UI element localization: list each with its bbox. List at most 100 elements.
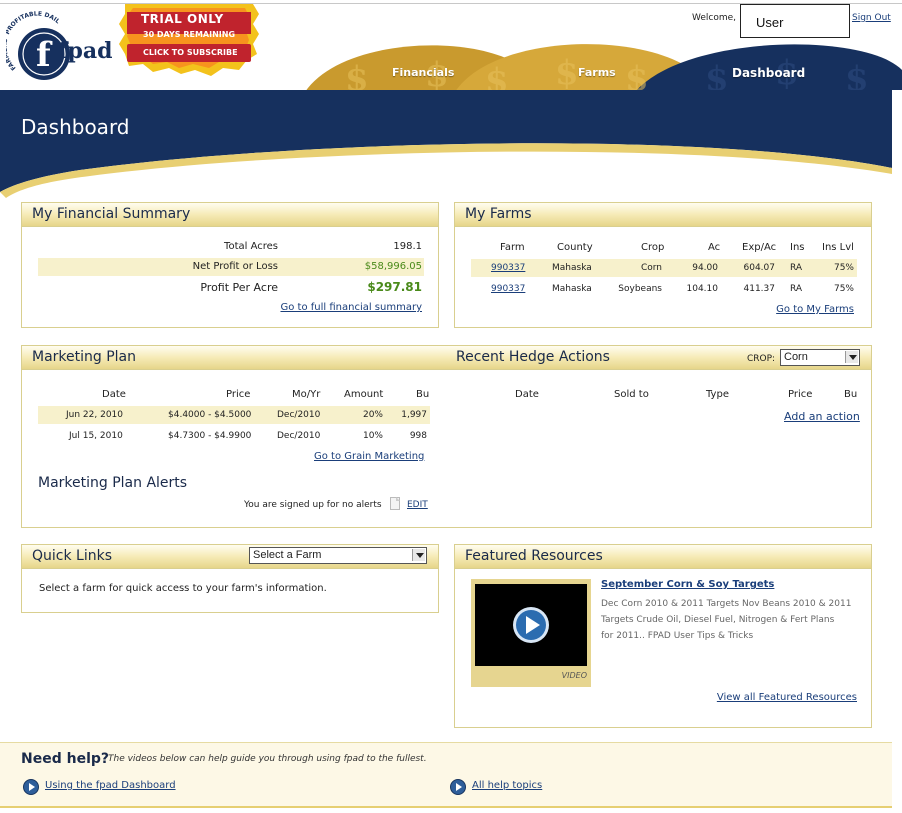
farm-crop: Corn (640, 263, 662, 273)
trial-days: 30 DAYS REMAINING (143, 30, 236, 39)
hedge-col-price: Price (788, 389, 813, 400)
hedge-col-date: Date (515, 389, 539, 400)
help-bar: Need help? The videos below can help gui… (0, 742, 892, 807)
play-icon[interactable] (23, 779, 39, 795)
marketing-plan-title: Marketing Plan (32, 349, 137, 365)
help-subtitle: The videos below can help guide you thro… (108, 754, 427, 764)
total-acres-value: 198.1 (393, 241, 422, 252)
farm-ac: 104.10 (686, 284, 719, 294)
mp-bu: 1,997 (401, 410, 427, 420)
total-acres-label: Total Acres (224, 241, 278, 252)
farm-ins: RA (790, 263, 803, 273)
mp-amount: 10% (362, 431, 383, 441)
featured-header: Featured Resources (455, 545, 871, 569)
user-name: User (740, 4, 850, 38)
go-to-my-farms-link[interactable]: Go to My Farms (776, 304, 854, 315)
farms-col-exp: Exp/Ac (742, 242, 777, 253)
featured-desc-line: for 2011.. FPAD User Tips & Tricks (601, 631, 754, 641)
farm-select-value: Select a Farm (253, 549, 322, 561)
logo-text: fpad (58, 38, 112, 64)
farms-col-ins: Ins (790, 242, 805, 253)
mp-price: $4.7300 - $4.9900 (168, 431, 252, 441)
fpad-logo[interactable]: FARMERS' PROFITABLE DAILY f fpad (2, 5, 118, 90)
farms-col-county: County (557, 242, 593, 253)
chevron-down-icon (845, 351, 858, 363)
farm-ins: RA (790, 284, 803, 294)
svg-text:$: $ (485, 61, 509, 92)
farm-exp: 604.07 (743, 263, 776, 273)
tab-financials[interactable]: Financials (392, 66, 454, 79)
signout-link[interactable]: Sign Out (852, 13, 891, 23)
crop-select-value: Corn (784, 351, 808, 363)
play-icon (513, 607, 549, 643)
farm-county: Mahaska (552, 263, 592, 273)
svg-text:$: $ (555, 53, 579, 92)
help-dashboard-link[interactable]: Using the fpad Dashboard (45, 780, 176, 791)
trial-title: TRIAL ONLY (141, 12, 224, 26)
farm-county: Mahaska (552, 284, 592, 294)
mp-col-amount: Amount (344, 389, 384, 400)
financial-summary-panel: My Financial Summary Total Acres 198.1 N… (21, 202, 439, 328)
view-all-featured-link[interactable]: View all Featured Resources (717, 692, 857, 703)
page-banner (0, 90, 902, 200)
farms-col-crop: Crop (641, 242, 665, 253)
play-icon[interactable] (450, 779, 466, 795)
hedge-col-bu: Bu (844, 389, 858, 400)
farms-col-farm: Farm (500, 242, 525, 253)
alerts-edit-link[interactable]: EDIT (407, 500, 428, 510)
svg-text:$: $ (625, 59, 649, 92)
alerts-text: You are signed up for no alerts (244, 500, 382, 510)
tab-dashboard[interactable]: Dashboard (732, 66, 805, 80)
farms-col-ins-lvl: Ins Lvl (822, 242, 854, 253)
farm-link[interactable]: 990337 (491, 284, 525, 294)
full-financial-summary-link[interactable]: Go to full financial summary (280, 302, 422, 313)
mp-col-moyr: Mo/Yr (292, 389, 321, 400)
net-profit-label: Net Profit or Loss (192, 261, 278, 272)
welcome-label: Welcome, (692, 13, 737, 23)
featured-title: Featured Resources (465, 548, 603, 564)
mp-col-price: Price (226, 389, 251, 400)
marketing-header: Marketing Plan Recent Hedge Actions CROP… (22, 346, 871, 370)
crop-label: CROP: (747, 354, 776, 364)
svg-text:$: $ (705, 59, 729, 92)
trial-badge[interactable]: TRIAL ONLY 30 DAYS REMAINING CLICK TO SU… (119, 2, 259, 76)
farm-ins-lvl: 75% (833, 284, 854, 294)
net-profit-value: $58,996.05 (364, 261, 422, 272)
farm-select[interactable]: Select a Farm (249, 547, 427, 564)
featured-desc-line: Targets Crude Oil, Diesel Fuel, Nitrogen… (601, 615, 835, 625)
mp-amount: 20% (362, 410, 383, 420)
right-gutter (892, 90, 902, 813)
mp-col-date: Date (102, 389, 126, 400)
mp-price: $4.4000 - $4.5000 (168, 410, 252, 420)
my-farms-header: My Farms (455, 203, 871, 227)
quick-links-text: Select a farm for quick access to your f… (39, 583, 327, 594)
subscribe-link[interactable]: CLICK TO SUBSCRIBE (143, 48, 238, 57)
farm-crop: Soybeans (618, 284, 662, 294)
tab-farms[interactable]: Farms (578, 66, 616, 79)
farm-ins-lvl: 75% (833, 263, 854, 273)
grain-marketing-link[interactable]: Go to Grain Marketing (314, 451, 424, 462)
featured-item-title[interactable]: September Corn & Soy Targets (601, 579, 774, 590)
video-thumbnail[interactable]: VIDEO (471, 579, 591, 687)
video-label: VIDEO (561, 671, 587, 680)
mp-col-bu: Bu (416, 389, 430, 400)
farms-col-ac: Ac (708, 242, 721, 253)
header: FARMERS' PROFITABLE DAILY f fpad TRIAL O… (0, 0, 902, 101)
help-all-topics-link[interactable]: All help topics (472, 780, 542, 791)
farm-link[interactable]: 990337 (491, 263, 525, 273)
svg-text:f: f (36, 35, 53, 75)
hedge-title: Recent Hedge Actions (456, 349, 610, 365)
my-farms-title: My Farms (465, 206, 532, 222)
footer-rule (0, 806, 892, 808)
help-title: Need help? (21, 751, 110, 767)
hedge-col-type: Type (706, 389, 729, 400)
quick-links-header: Quick Links Select a Farm (22, 545, 438, 569)
profit-per-acre-value: $297.81 (367, 280, 422, 294)
chevron-down-icon (412, 549, 425, 561)
page-title: Dashboard (21, 115, 130, 139)
mp-date: Jun 22, 2010 (66, 410, 124, 420)
crop-select[interactable]: Corn (780, 349, 860, 366)
financial-summary-header: My Financial Summary (22, 203, 438, 227)
marketing-hedge-panel: Marketing Plan Recent Hedge Actions CROP… (21, 345, 872, 528)
add-action-link[interactable]: Add an action (784, 410, 860, 423)
